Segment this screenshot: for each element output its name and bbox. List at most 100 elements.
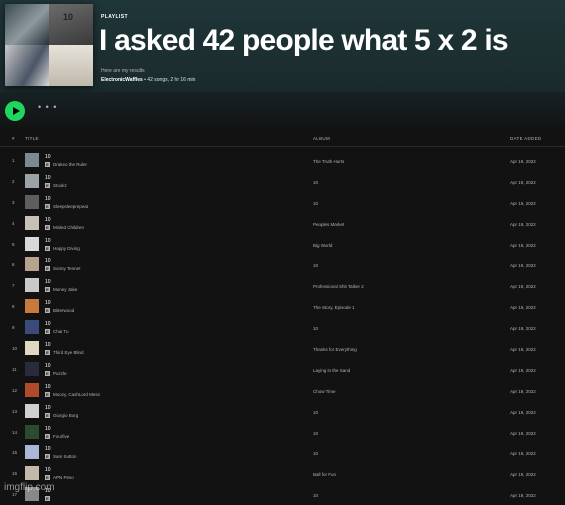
track-album[interactable]: 10 bbox=[313, 451, 318, 456]
track-title[interactable]: 10 bbox=[45, 279, 51, 285]
track-album[interactable]: Professional Shit Talker 2 bbox=[313, 284, 364, 289]
track-date-added: Apr 19, 2022 bbox=[510, 159, 536, 164]
track-album[interactable]: The Story, Episode 1 bbox=[313, 305, 355, 310]
track-row[interactable]: 14 10 E Fourfive 10 Apr 19, 2022 bbox=[0, 422, 565, 443]
track-album[interactable]: 10 bbox=[313, 263, 318, 268]
explicit-icon: E bbox=[45, 203, 50, 209]
track-artist[interactable]: Happy Diving bbox=[53, 246, 80, 251]
track-title[interactable]: 10 bbox=[45, 258, 51, 264]
cover-tile-1 bbox=[5, 4, 49, 45]
track-row[interactable]: 17 10 E 10 Apr 19, 2022 bbox=[0, 484, 565, 505]
track-date-added: Apr 19, 2022 bbox=[510, 242, 536, 248]
track-album[interactable]: Ball for Fun bbox=[313, 472, 336, 477]
track-title[interactable]: 10 bbox=[45, 384, 51, 390]
track-artist[interactable]: Third Eye Blind bbox=[53, 350, 84, 355]
track-row[interactable]: 11 10 E Puzzle Laying in the Sand Apr 19, 202… bbox=[0, 359, 565, 380]
track-title[interactable]: 10 bbox=[45, 363, 51, 369]
track-album[interactable]: Laying in the Sand bbox=[313, 368, 350, 373]
playlist-header: 10 PLAYLIST I asked 42 people what 5 x 2… bbox=[0, 0, 565, 92]
track-album[interactable]: 10 bbox=[313, 410, 318, 415]
playlist-owner-link[interactable]: ElectronicWaffles bbox=[101, 77, 143, 83]
track-album[interactable]: 10 bbox=[313, 201, 318, 206]
explicit-icon: E bbox=[45, 412, 50, 418]
tracklist-header: # TITLE ALBUM DATE ADDED bbox=[0, 132, 565, 147]
track-title[interactable]: 10 bbox=[45, 196, 51, 202]
track-row[interactable]: 10 10 E Third Eye Blind Thanks for Everythin… bbox=[0, 338, 565, 359]
track-title[interactable]: 10 bbox=[45, 321, 51, 327]
track-artist[interactable]: APN Peso bbox=[53, 475, 74, 480]
track-index: 16 bbox=[12, 471, 18, 477]
track-title[interactable]: 10 bbox=[45, 446, 51, 452]
track-thumbnail bbox=[25, 403, 39, 418]
track-artist[interactable]: Misled Children bbox=[53, 225, 84, 230]
track-thumbnail bbox=[25, 445, 39, 460]
track-artist[interactable]: Sam Sutton bbox=[53, 454, 77, 459]
track-artist[interactable]: Stookz bbox=[53, 183, 67, 188]
track-thumbnail bbox=[25, 236, 39, 251]
track-title[interactable]: 10 bbox=[45, 342, 51, 348]
track-index: 6 bbox=[12, 262, 15, 268]
track-row[interactable]: 6 10 E Sonny Tennet 10 Apr 19, 2022 bbox=[0, 254, 565, 275]
track-thumbnail bbox=[25, 278, 39, 293]
track-title[interactable]: 10 bbox=[45, 405, 51, 411]
track-artist[interactable]: Sleepsleeprepeat bbox=[53, 204, 88, 209]
track-album[interactable]: 10 bbox=[313, 180, 318, 185]
header-title[interactable]: TITLE bbox=[25, 136, 39, 141]
track-album[interactable]: 10 bbox=[313, 493, 318, 498]
track-artist[interactable]: Giorgio Borg bbox=[53, 413, 78, 418]
track-album[interactable]: Peoples Market bbox=[313, 222, 344, 227]
track-date-added: Apr 19, 2022 bbox=[510, 493, 536, 499]
track-row[interactable]: 15 10 E Sam Sutton 10 Apr 19, 2022 bbox=[0, 442, 565, 463]
track-row[interactable]: 13 10 E Giorgio Borg 10 Apr 19, 2022 bbox=[0, 401, 565, 422]
track-index: 17 bbox=[12, 492, 18, 498]
track-row[interactable]: 7 10 E Money Jake Professional Shit Talker 2… bbox=[0, 275, 565, 296]
track-album[interactable]: Thanks for Everything bbox=[313, 347, 357, 352]
track-artist[interactable]: Puzzle bbox=[53, 371, 67, 376]
track-album[interactable]: 10 bbox=[313, 326, 318, 331]
track-title[interactable]: 10 bbox=[45, 154, 51, 160]
track-artist[interactable]: Chai Tu bbox=[53, 329, 69, 334]
track-index: 12 bbox=[12, 387, 18, 393]
track-artist[interactable]: Money Jake bbox=[53, 287, 77, 292]
track-row[interactable]: 5 10 E Happy Diving Big World Apr 19, 2022 bbox=[0, 234, 565, 255]
action-bar: • • • bbox=[0, 92, 565, 132]
track-row[interactable]: 8 10 E Bitterwood The Story, Episode 1 Apr 19… bbox=[0, 296, 565, 317]
cover-tile-2: 10 bbox=[49, 4, 93, 45]
track-row[interactable]: 12 10 E Moozy, CashLord Mess Chow Time Apr 19… bbox=[0, 380, 565, 401]
track-row[interactable]: 1 10 E Drakeo the Ruler The Truth Hurts Apr 1… bbox=[0, 150, 565, 171]
track-artist[interactable]: Drakeo the Ruler bbox=[53, 162, 87, 167]
explicit-icon: E bbox=[45, 287, 50, 293]
track-album[interactable]: The Truth Hurts bbox=[313, 159, 344, 164]
track-album[interactable]: Big World bbox=[313, 243, 332, 248]
track-index: 14 bbox=[12, 429, 18, 435]
track-title[interactable]: 10 bbox=[45, 217, 51, 223]
track-row[interactable]: 3 10 E Sleepsleeprepeat 10 Apr 19, 2022 bbox=[0, 192, 565, 213]
track-index: 10 bbox=[12, 346, 18, 352]
track-artist[interactable]: Moozy, CashLord Mess bbox=[53, 392, 100, 397]
track-album[interactable]: Chow Time bbox=[313, 389, 336, 394]
track-title[interactable]: 10 bbox=[45, 238, 51, 244]
play-button[interactable] bbox=[5, 101, 25, 121]
explicit-icon: E bbox=[45, 162, 50, 167]
header-date-added[interactable]: DATE ADDED bbox=[510, 136, 541, 141]
track-row[interactable]: 16 10 E APN Peso Ball for Fun Apr 19, 2022 bbox=[0, 463, 565, 484]
track-artist[interactable]: Sonny Tennet bbox=[53, 266, 80, 271]
explicit-icon: E bbox=[45, 266, 50, 272]
track-artist[interactable]: Fourfive bbox=[53, 434, 69, 439]
track-artist[interactable]: Bitterwood bbox=[53, 308, 74, 313]
more-options-icon[interactable]: • • • bbox=[38, 102, 57, 112]
track-title[interactable]: 10 bbox=[45, 300, 51, 306]
track-row[interactable]: 4 10 E Misled Children Peoples Market Apr 19,… bbox=[0, 213, 565, 234]
header-album[interactable]: ALBUM bbox=[313, 136, 330, 141]
playlist-title: I asked 42 people what 5 x 2 is bbox=[99, 24, 509, 57]
track-title[interactable]: 10 bbox=[45, 426, 51, 432]
explicit-icon: E bbox=[45, 245, 50, 251]
cover-tile-text: 10 bbox=[63, 12, 74, 22]
track-title[interactable]: 10 bbox=[45, 175, 51, 181]
track-album[interactable]: 10 bbox=[313, 431, 318, 436]
track-title[interactable]: 10 bbox=[45, 467, 51, 473]
track-row[interactable]: 9 10 E Chai Tu 10 Apr 19, 2022 bbox=[0, 317, 565, 338]
track-date-added: Apr 19, 2022 bbox=[510, 221, 536, 227]
playlist-description: Here are my results bbox=[101, 68, 145, 74]
track-row[interactable]: 2 10 E Stookz 10 Apr 19, 2022 bbox=[0, 171, 565, 192]
